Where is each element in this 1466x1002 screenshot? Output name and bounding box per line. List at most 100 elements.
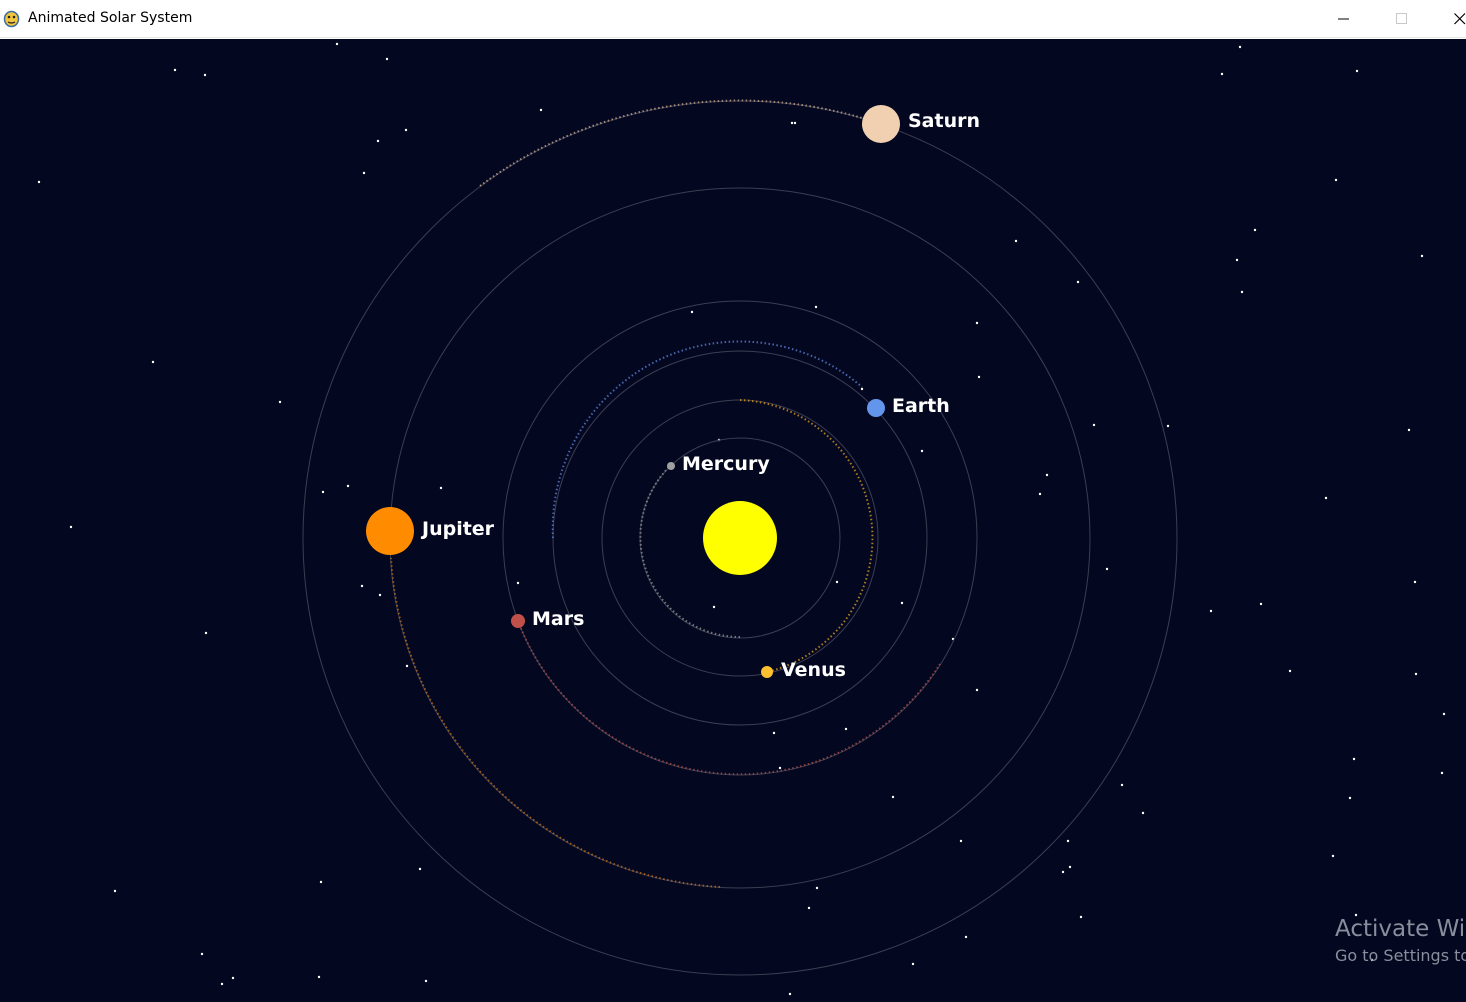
earth-trail <box>551 340 863 539</box>
star <box>113 889 117 893</box>
star <box>1414 672 1418 676</box>
star <box>772 731 776 735</box>
star <box>346 484 350 488</box>
star <box>900 601 904 605</box>
mars-label: Mars <box>532 608 584 630</box>
star <box>1440 771 1444 775</box>
star <box>1352 757 1356 761</box>
star <box>362 171 366 175</box>
star <box>220 982 224 986</box>
star <box>203 73 207 77</box>
saturn-label: Saturn <box>908 110 980 132</box>
star <box>516 581 520 585</box>
star <box>788 992 792 996</box>
star <box>1442 712 1446 716</box>
title-bar: Animated Solar System <box>0 0 1466 38</box>
star <box>231 976 235 980</box>
star <box>439 486 443 490</box>
star <box>404 128 408 132</box>
star <box>1045 473 1049 477</box>
star <box>200 952 204 956</box>
solar-system-canvas: Mercury Venus Earth Mars Jupiter Saturn … <box>0 39 1466 1002</box>
jupiter-label: Jupiter <box>420 518 495 540</box>
star <box>1066 839 1070 843</box>
star <box>539 108 543 112</box>
star <box>860 387 864 391</box>
star <box>278 400 282 404</box>
star <box>1141 811 1145 815</box>
star <box>1079 915 1083 919</box>
star <box>1355 69 1359 73</box>
star <box>1331 854 1335 858</box>
star <box>1240 290 1244 294</box>
star <box>1166 424 1170 428</box>
star <box>405 664 409 668</box>
star <box>317 975 321 979</box>
star <box>1334 178 1338 182</box>
star <box>385 57 389 61</box>
star <box>360 584 364 588</box>
star <box>378 593 382 597</box>
star <box>975 321 979 325</box>
mercury-label: Mercury <box>682 453 770 475</box>
star <box>173 68 177 72</box>
star <box>814 305 818 309</box>
earth-label: Earth <box>892 395 950 417</box>
planet-mercury <box>667 462 675 470</box>
maximize-icon <box>1396 13 1407 24</box>
star <box>37 180 41 184</box>
star <box>920 449 924 453</box>
star <box>1014 239 1018 243</box>
mars-trail <box>517 620 941 776</box>
venus-label: Venus <box>781 659 846 681</box>
star <box>1259 602 1263 606</box>
star <box>69 525 73 529</box>
star <box>1288 669 1292 673</box>
star <box>1061 870 1065 874</box>
maximize-button[interactable] <box>1373 0 1431 38</box>
sun <box>703 501 777 575</box>
star <box>1105 567 1109 571</box>
saturn-trail <box>479 99 863 187</box>
star <box>424 979 428 983</box>
star <box>204 631 208 635</box>
planet-venus <box>761 666 773 678</box>
star <box>319 880 323 884</box>
star <box>835 580 839 584</box>
star <box>844 727 848 731</box>
star <box>1324 496 1328 500</box>
planet-earth <box>867 399 885 417</box>
star <box>911 962 915 966</box>
orbit-trails <box>390 99 941 888</box>
star <box>1420 254 1424 258</box>
star <box>1038 492 1042 496</box>
minimize-button[interactable] <box>1315 0 1373 38</box>
star <box>1076 280 1080 284</box>
planet-mars <box>511 614 525 628</box>
star <box>151 360 155 364</box>
star <box>793 121 797 125</box>
planet-saturn <box>862 105 900 143</box>
close-icon <box>1454 13 1466 25</box>
planet-jupiter <box>366 507 414 555</box>
pygame-snake-icon <box>3 10 20 28</box>
star <box>418 867 422 871</box>
star <box>1238 45 1242 49</box>
window-title: Animated Solar System <box>28 10 193 26</box>
star <box>1209 609 1213 613</box>
minimize-icon <box>1338 18 1349 20</box>
star <box>1120 783 1124 787</box>
star <box>975 688 979 692</box>
star <box>321 490 325 494</box>
solar-system-scene: Mercury Venus Earth Mars Jupiter Saturn <box>37 42 1446 996</box>
star <box>778 766 782 770</box>
star <box>1407 428 1411 432</box>
star <box>1253 228 1257 232</box>
star <box>959 839 963 843</box>
star <box>1235 258 1239 262</box>
star <box>1092 423 1096 427</box>
star <box>790 121 794 125</box>
star <box>712 605 716 609</box>
close-button[interactable] <box>1431 0 1466 38</box>
star <box>1220 72 1224 76</box>
